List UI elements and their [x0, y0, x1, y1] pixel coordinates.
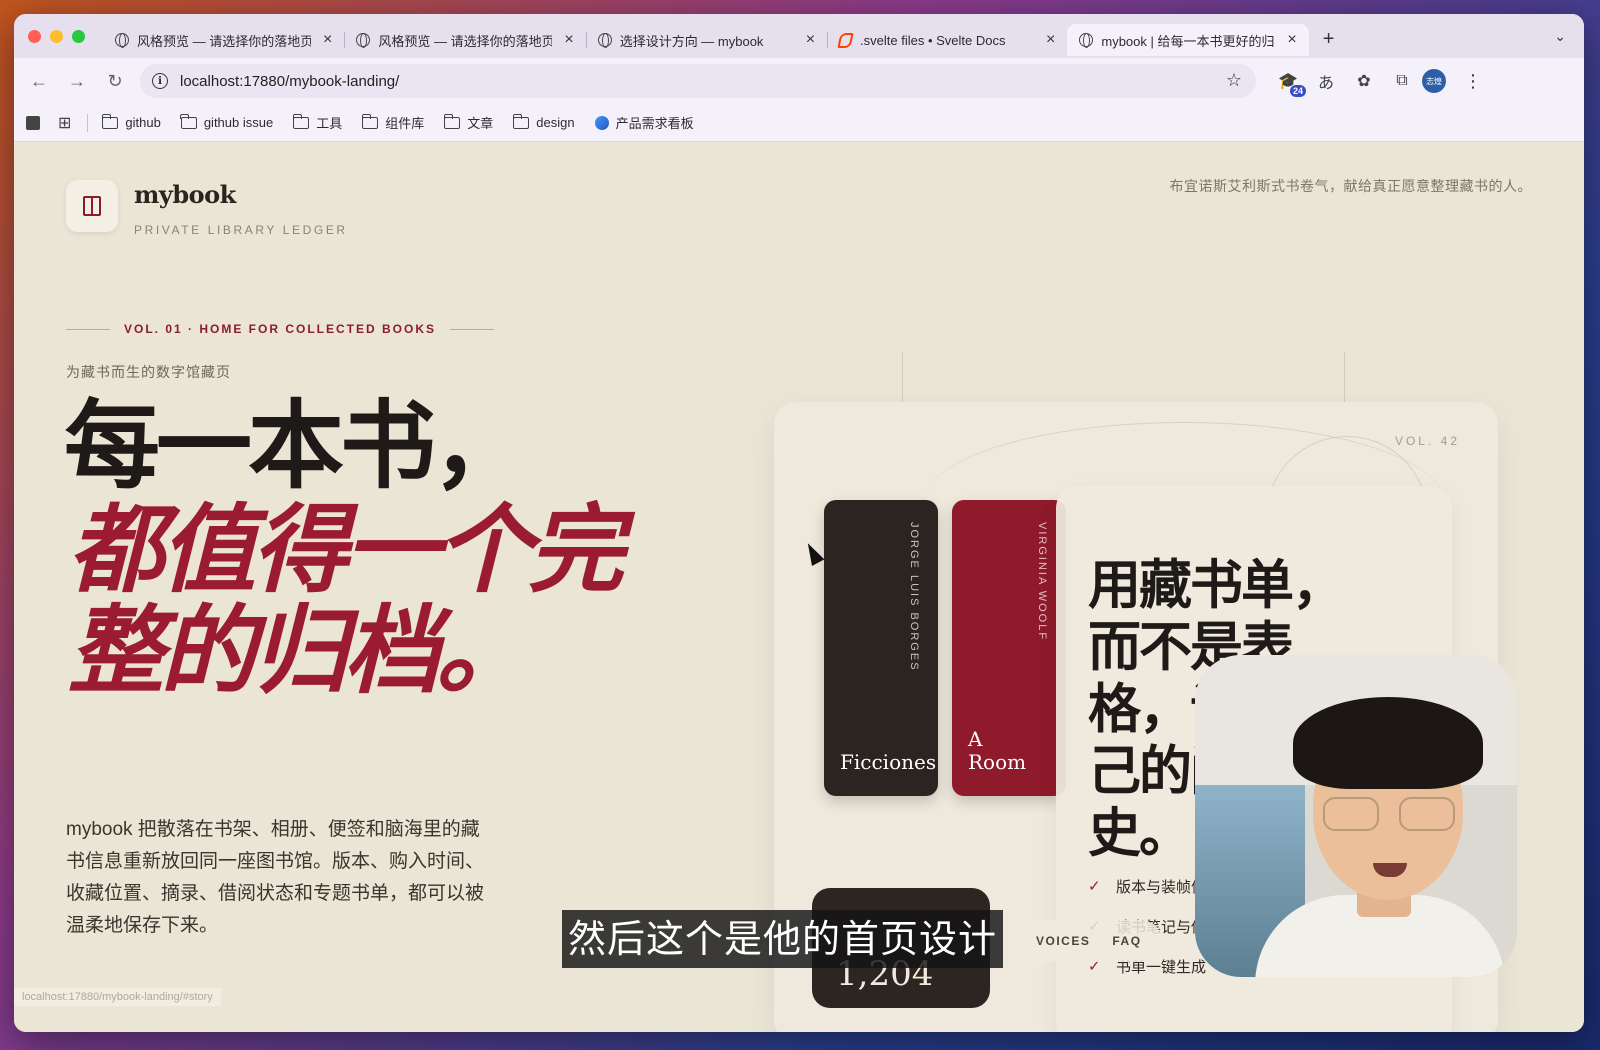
folder-icon [443, 113, 461, 129]
bookmark-label: github [125, 115, 161, 130]
globe-icon [1079, 33, 1094, 48]
apps-grid-icon[interactable]: ⊞ [58, 113, 71, 133]
bookmark-label: github issue [203, 115, 274, 130]
floating-nav: VOICES FAQ [1016, 920, 1162, 962]
close-tab-icon[interactable]: × [1287, 31, 1296, 49]
header-tagline: 布宜诺斯艾利斯式书卷气，献给真正愿意整理藏书的人。 [1169, 178, 1532, 194]
folder-icon [512, 113, 530, 129]
hero-kicker: 为藏书而生的数字馆藏页 [66, 364, 231, 380]
profile-avatar[interactable]: 志煌 [1422, 69, 1446, 93]
folder-icon [361, 113, 379, 129]
webcam-overlay [1195, 655, 1517, 977]
browser-tab-1[interactable]: 风格预览 — 请选择你的落地页设 × [103, 24, 344, 56]
book-icon [83, 196, 101, 216]
bookmark-component-library[interactable]: 组件库 [361, 113, 425, 132]
forward-arrow-icon[interactable]: → [58, 71, 96, 92]
browser-toolbar: ← → ↻ i localhost:17880/mybook-landing/ … [14, 58, 1584, 104]
spine-author: JORGE LUIS BORGES [908, 522, 920, 672]
square-app-icon[interactable] [26, 115, 40, 130]
logo[interactable] [66, 180, 118, 232]
extensions-area: 🎓 24 あ ✿ ⧉ [1278, 71, 1412, 97]
bookmark-github-issue[interactable]: github issue [180, 113, 274, 130]
webcam-person-glasses [1399, 797, 1455, 831]
brand-name[interactable]: mybook [134, 180, 236, 209]
tab-title: 选择设计方向 — mybook [619, 33, 764, 49]
browser-tab-4[interactable]: .svelte files • Svelte Docs × [827, 24, 1067, 56]
browser-tab-2[interactable]: 风格预览 — 请选择你的落地页设 × [344, 24, 585, 56]
address-bar[interactable]: i localhost:17880/mybook-landing/ ☆ [140, 64, 1256, 98]
reload-icon[interactable]: ↻ [96, 71, 134, 92]
bookmark-label: 组件库 [385, 116, 425, 131]
volume-eyebrow: VOL. 01 · HOME FOR COLLECTED BOOKS [66, 322, 495, 336]
status-bar-url: localhost:17880/mybook-landing/#story [14, 988, 221, 1006]
browser-tab-3[interactable]: 选择设计方向 — mybook × [585, 24, 827, 56]
back-arrow-icon[interactable]: ← [20, 71, 58, 92]
bookmarks-bar: ⊞ github github issue 工具 组件库 文章 design 产… [14, 104, 1584, 142]
minimize-window-button[interactable] [50, 29, 63, 43]
globe-icon [115, 33, 129, 48]
board-icon [594, 115, 609, 130]
eyebrow-text: VOL. 01 · HOME FOR COLLECTED BOOKS [124, 322, 437, 336]
folder-icon [292, 113, 310, 129]
hero-headline-accent: 都值得一个完整的归档。 [68, 493, 624, 707]
spine-title: Ficciones [840, 750, 937, 774]
tab-title: 风格预览 — 请选择你的落地页设 [378, 33, 553, 49]
globe-icon [597, 33, 612, 48]
bookmark-tools[interactable]: 工具 [292, 113, 343, 132]
check-icon: ✓ [1088, 878, 1101, 895]
close-tab-icon[interactable]: × [564, 31, 573, 49]
folder-icon [180, 113, 197, 129]
tab-strip: 风格预览 — 请选择你的落地页设 × 风格预览 — 请选择你的落地页设 × 选择… [14, 14, 1584, 58]
window-controls [28, 29, 85, 43]
translate-extension-icon[interactable]: あ [1316, 71, 1336, 92]
more-menu-icon[interactable]: ⋮ [1464, 71, 1482, 92]
puzzle-extensions-icon[interactable]: ⧉ [1392, 71, 1412, 91]
svelte-icon [837, 32, 854, 48]
bookmark-label: 文章 [467, 116, 494, 131]
eyebrow-rule [66, 328, 110, 330]
bookmark-label: 产品需求看板 [615, 116, 694, 131]
tab-search-chevron-icon[interactable]: ⌄ [1554, 28, 1566, 45]
nav-voices-link[interactable]: VOICES [1036, 934, 1090, 948]
eyebrow-rule [450, 328, 495, 330]
close-tab-icon[interactable]: × [1046, 31, 1055, 49]
card-volume-label: VOL. 42 [1394, 434, 1460, 448]
bookmark-github[interactable]: github [101, 113, 161, 130]
tab-title: 风格预览 — 请选择你的落地页设 [137, 33, 311, 49]
bookmark-star-icon[interactable]: ☆ [1226, 70, 1242, 91]
close-tab-icon[interactable]: × [806, 31, 815, 49]
tab-title: mybook | 给每一本书更好的归档 [1101, 33, 1276, 49]
globe-icon [356, 33, 371, 48]
webcam-person-hair [1293, 697, 1483, 789]
url-text[interactable]: localhost:17880/mybook-landing/ [180, 73, 399, 90]
spine-author: VIRGINIA WOOLF [1036, 522, 1048, 642]
book-spine-a-room[interactable]: VIRGINIA WOOLF A Room [952, 500, 1066, 796]
brand-subtitle: PRIVATE LIBRARY LEDGER [134, 223, 348, 237]
close-window-button[interactable] [28, 29, 41, 43]
site-info-icon[interactable]: i [152, 73, 168, 89]
hero-headline: 每一本书， [64, 389, 528, 502]
tab-title: .svelte files • Svelte Docs [860, 32, 1006, 48]
folder-icon [101, 113, 119, 129]
browser-tab-5-active[interactable]: mybook | 给每一本书更好的归档 × [1067, 24, 1309, 56]
extension-badge: 24 [1289, 85, 1306, 97]
video-subtitle: 然后这个是他的首页设计 [562, 910, 1004, 968]
spine-title: A Room [968, 727, 1027, 774]
bookmarks-divider [87, 113, 89, 132]
bookmark-design[interactable]: design [512, 113, 575, 130]
maximize-window-button[interactable] [72, 29, 85, 43]
close-tab-icon[interactable]: × [323, 31, 332, 49]
graduation-cap-extension-icon[interactable]: 🎓 24 [1278, 71, 1306, 97]
leaf-extension-icon[interactable]: ✿ [1354, 71, 1374, 91]
nav-faq-link[interactable]: FAQ [1112, 934, 1141, 948]
hero-description: mybook 把散落在书架、相册、便签和脑海里的藏书信息重新放回同一座图书馆。版… [66, 819, 485, 936]
webcam-person-glasses [1323, 797, 1379, 831]
new-tab-button[interactable]: + [1323, 28, 1335, 51]
bookmark-articles[interactable]: 文章 [443, 113, 494, 132]
bookmark-label: 工具 [316, 116, 343, 131]
book-spine-ficciones[interactable]: JORGE LUIS BORGES Ficciones [824, 500, 938, 796]
bookmark-label: design [536, 115, 575, 130]
bookmark-product-board[interactable]: 产品需求看板 [594, 113, 694, 132]
